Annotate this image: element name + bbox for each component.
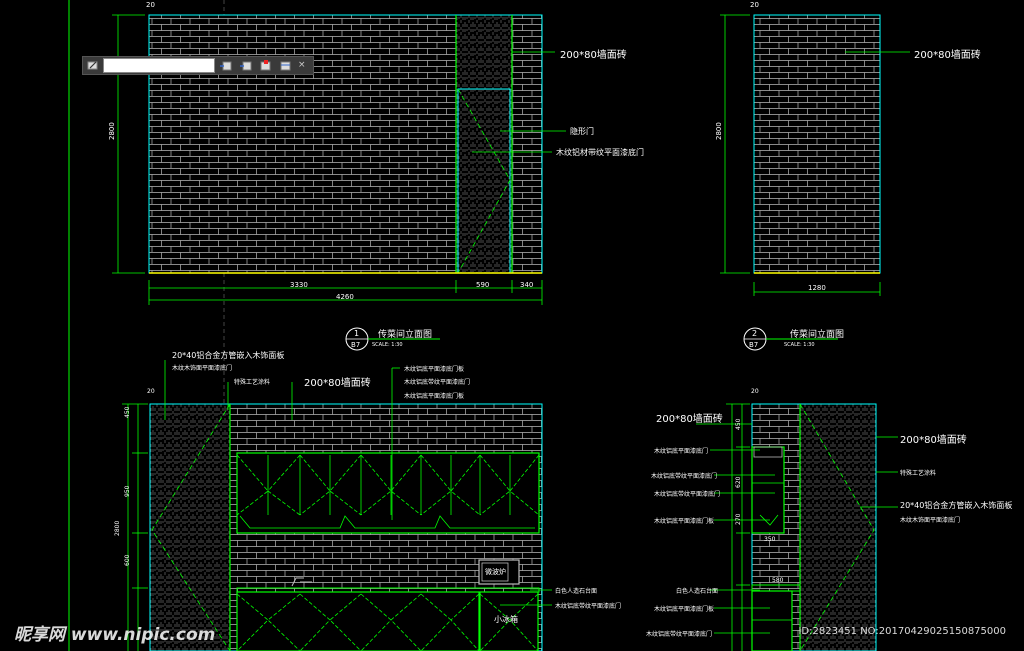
e1-dim-height: 2800 <box>108 122 116 140</box>
e1-title-num: 1 <box>354 329 360 338</box>
e1-title-text: 传菜间立面图 <box>378 330 433 340</box>
e1-dim-b: 590 <box>476 281 490 289</box>
e4-r-tile: 200*80墙面砖 <box>900 435 967 446</box>
edit-text-icon[interactable] <box>86 60 100 72</box>
e3-label-fridge: 小冰箱 <box>494 615 518 624</box>
e2-title-text: 传菜间立面图 <box>790 330 845 340</box>
insert-block-alt-icon[interactable] <box>238 60 252 72</box>
e4-l4: 木纹铝底平面漆底门板 <box>654 518 715 525</box>
elevation-2 <box>720 14 910 351</box>
watermark-left: 昵享网 www.nipic.com <box>14 625 216 645</box>
command-input[interactable] <box>103 58 215 73</box>
e3-label-micro: 微波炉 <box>485 568 506 576</box>
e4-r-alu: 20*40铝合金方管嵌入木饰面板 <box>900 501 1013 510</box>
e1-dim-top: 20 <box>146 1 155 9</box>
e4-l1: 木纹铝底平面漆底门 <box>654 448 709 455</box>
e2-title-scale: SCALE: 1:30 <box>784 342 815 348</box>
e4-l3: 木纹铝底带纹平面漆底门 <box>654 491 721 498</box>
elevation-4 <box>696 403 898 651</box>
e4-dim-1: 620 <box>735 476 742 488</box>
e4-dim-0: 450 <box>735 418 742 430</box>
block-red-icon[interactable] <box>258 60 272 72</box>
e4-label-tile: 200*80墙面砖 <box>656 414 723 425</box>
insert-block-icon[interactable] <box>218 60 232 72</box>
e3-label-cab4: 木纹铝底带纹平面漆底门 <box>555 603 622 610</box>
e2-dim-top: 20 <box>750 1 759 9</box>
e1-title-scale: SCALE: 1:30 <box>372 342 403 348</box>
e4-l7: 木纹铝底带纹平面漆底门 <box>646 631 713 638</box>
e1-title-sheet: B7 <box>351 341 361 349</box>
e2-dim-w: 1280 <box>808 284 826 292</box>
e1-dim-c: 340 <box>520 281 534 289</box>
cad-drawing <box>68 0 910 651</box>
e2-title-num: 2 <box>752 329 758 338</box>
e3-dim-1: 950 <box>124 485 131 497</box>
cad-floating-toolbar: × <box>82 56 314 75</box>
e4-l5: 白色人造石台面 <box>676 588 719 595</box>
watermark-right: ID:2823451 NO:20170429025150875000 <box>798 626 1006 637</box>
e1-label-door: 隐形门 <box>570 127 594 136</box>
e3-label-alu: 20*40铝合金方管嵌入木饰面板 <box>172 351 285 360</box>
e1-dim-total: 4260 <box>336 293 354 301</box>
elevation-3 <box>122 360 552 651</box>
e4-r-alu2: 木纹木饰面平面漆底门 <box>900 517 961 524</box>
e4-dim-3: 350 <box>764 536 776 543</box>
e2-label-tile: 200*80墙面砖 <box>914 50 981 61</box>
e2-dim-height: 2800 <box>715 122 723 140</box>
e3-label-cab3: 木纹铝底平面漆底门板 <box>404 393 465 400</box>
e3-dim-2: 600 <box>124 554 131 566</box>
e2-title-sheet: B7 <box>749 341 759 349</box>
e3-label-cab1: 木纹铝底平面漆底门板 <box>404 366 465 373</box>
close-icon[interactable]: × <box>298 61 306 70</box>
e4-l2: 木纹铝底带纹平面漆底门 <box>651 473 718 480</box>
e3-label-tile: 200*80墙面砖 <box>304 378 371 389</box>
e4-dim-4: 580 <box>772 577 784 584</box>
e3-label-alu2: 木纹木饰面平面漆底门 <box>172 365 233 372</box>
e4-l6: 木纹铝底平面漆底门板 <box>654 606 715 613</box>
cad-viewport[interactable]: 2800 20 3330 590 340 4260 200*80墙面砖 隐形门 … <box>0 0 1024 651</box>
e1-dim-a: 3330 <box>290 281 308 289</box>
e3-dim-0: 450 <box>124 406 131 418</box>
e4-dim-2: 270 <box>735 513 742 525</box>
e4-dim-5: 20 <box>751 388 759 395</box>
e1-label-door2: 木纹铝材带纹平面漆底门 <box>556 148 644 157</box>
e4-r-paint: 特殊工艺涂料 <box>900 470 937 477</box>
e3-label-paint: 特殊工艺涂料 <box>234 379 271 386</box>
e3-dim-4: 20 <box>147 388 155 395</box>
block-table-icon[interactable] <box>278 60 292 72</box>
e3-dim-3: 2800 <box>114 520 121 536</box>
e1-label-tile: 200*80墙面砖 <box>560 50 627 61</box>
e3-label-counter: 白色人造石台面 <box>555 588 598 595</box>
e3-label-cab2: 木纹铝底带纹平面漆底门 <box>404 379 471 386</box>
